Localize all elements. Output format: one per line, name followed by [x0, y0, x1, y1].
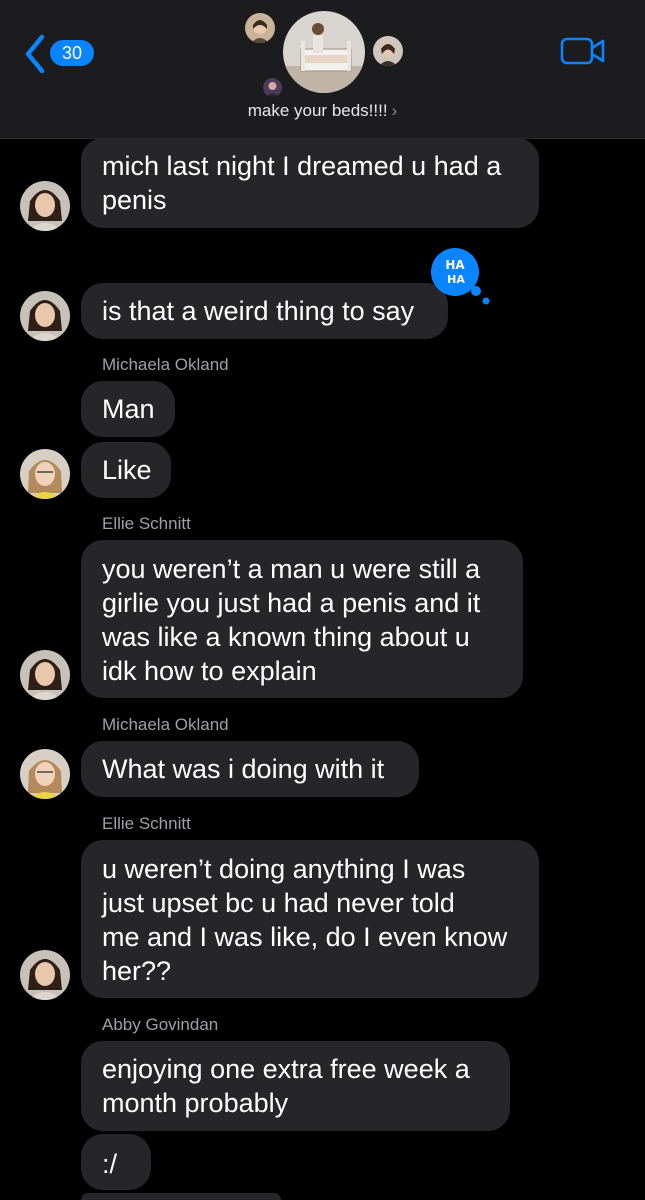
avatar-michaela: [20, 449, 70, 499]
member-avatar: [245, 13, 275, 43]
avatar-ellie: [20, 181, 70, 231]
group-photo[interactable]: [283, 11, 365, 93]
message-bubble-partial: [81, 1193, 281, 1200]
haha-line-1: HA: [445, 258, 465, 272]
avatar-ellie: [20, 291, 70, 341]
sender-name: Ellie Schnitt: [102, 514, 191, 533]
sender-name: Ellie Schnitt: [102, 814, 191, 833]
message-bubble[interactable]: enjoying one extra free week a month pro…: [81, 1041, 510, 1131]
conversation-header: 30 make your beds!!!! ›: [0, 0, 645, 139]
sender-name: Michaela Okland: [102, 355, 229, 374]
message-bubble[interactable]: you weren’t a man u were still a girlie …: [81, 540, 523, 698]
avatar-michaela: [20, 749, 70, 799]
message-bubble[interactable]: Like: [81, 442, 171, 498]
sender-name: Abby Govindan: [102, 1015, 219, 1034]
message-bubble[interactable]: Man: [81, 381, 175, 437]
member-avatar: [263, 78, 282, 97]
message-bubble[interactable]: u weren’t doing anything I was just upse…: [81, 840, 539, 998]
group-name-label: make your beds!!!!: [247, 101, 388, 120]
back-button[interactable]: 30: [24, 34, 104, 74]
member-avatar: [373, 36, 403, 66]
avatar-ellie: [20, 650, 70, 700]
chevron-left-icon: [25, 34, 45, 74]
avatar-ellie: [20, 950, 70, 1000]
video-call-icon[interactable]: [560, 36, 606, 66]
message-bubble[interactable]: :/: [81, 1134, 151, 1190]
haha-line-2: HA: [447, 273, 465, 286]
unread-count-badge: 30: [50, 40, 94, 66]
message-bubble[interactable]: is that a weird thing to say: [81, 283, 448, 339]
sender-name: Michaela Okland: [102, 715, 229, 734]
message-bubble[interactable]: mich last night I dreamed u had a penis: [81, 138, 539, 228]
chevron-right-icon: ›: [391, 101, 398, 120]
message-bubble[interactable]: What was i doing with it: [81, 741, 419, 797]
haha-reaction-icon[interactable]: HA HA: [426, 248, 492, 306]
group-name[interactable]: make your beds!!!! ›: [0, 101, 645, 121]
